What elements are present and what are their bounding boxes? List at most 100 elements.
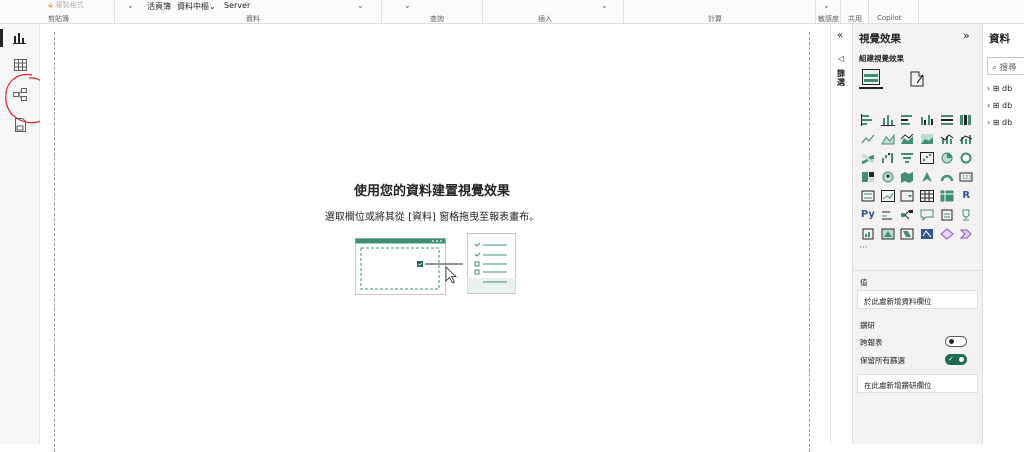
power-automate-icon[interactable] [898, 226, 916, 242]
stacked-bar-chart-icon[interactable] [859, 112, 877, 128]
kpi-icon[interactable] [879, 188, 897, 204]
100-stacked-bar-chart-icon[interactable] [938, 112, 956, 128]
100-stacked-area-chart-icon[interactable] [918, 131, 936, 147]
values-drop-field[interactable]: 於此處新增資料欄位 [857, 290, 978, 309]
line-and-clustered-column-chart-icon[interactable] [957, 131, 975, 147]
clustered-bar-chart-icon[interactable] [898, 112, 916, 128]
area-chart-icon[interactable] [879, 131, 897, 147]
azure-map-icon[interactable] [918, 169, 936, 185]
filters-pane-label: 篩選 [837, 69, 845, 87]
chevron-right-icon: › [987, 101, 991, 110]
filters-pane-collapsed[interactable]: « ◁ 篩選 [830, 24, 852, 444]
data-search-input[interactable]: ⌕ 搜尋 [987, 57, 1024, 75]
double-chevron-right-icon[interactable]: » [963, 29, 970, 42]
view-switcher-rail [0, 24, 54, 444]
card-icon[interactable]: 123 [957, 169, 975, 185]
report-canvas-area: 使用您的資料建置視覺效果 選取欄位或將其從 [資料] 窗格拖曳至報表畫布。 [40, 24, 830, 452]
excel-workbook-button[interactable]: 活頁簿 [147, 1, 171, 12]
chevron-down-icon: ⌄ [209, 2, 216, 11]
more-data-sources-chevron-icon[interactable]: ⌄ [357, 1, 364, 10]
share-group-label: 共用 [848, 15, 862, 23]
stacked-column-chart-icon[interactable] [879, 112, 897, 128]
paginated-report-icon[interactable] [859, 226, 877, 242]
ribbon-chart-icon[interactable] [859, 150, 877, 166]
clustered-column-chart-icon[interactable] [918, 112, 936, 128]
ribbon-separator [840, 0, 841, 24]
visual-type-gallery: 123 R Py ··· [859, 110, 977, 257]
waterfall-chart-icon[interactable] [879, 150, 897, 166]
more-visuals-button[interactable]: ··· [859, 243, 977, 257]
pane-divider [853, 270, 983, 271]
ribbon-separator [114, 0, 115, 24]
python-visual-icon[interactable]: Py [859, 207, 877, 223]
table-list-item[interactable]: › ⊞ db [987, 118, 1012, 127]
table-icon[interactable] [918, 188, 936, 204]
data-pane-title: 資料 [989, 33, 1010, 45]
format-visual-tab[interactable] [905, 68, 929, 90]
clipboard-group-label: 剪貼簿 [48, 15, 69, 23]
bar-chart-icon [13, 33, 26, 44]
gauge-icon[interactable] [938, 169, 956, 185]
treemap-icon[interactable] [859, 169, 877, 185]
pie-chart-icon[interactable] [938, 150, 956, 166]
format-painter-button[interactable]: ⬙ 複製格式 [48, 0, 84, 10]
report-page[interactable]: 使用您的資料建置視覺效果 選取欄位或將其從 [資料] 窗格拖曳至報表畫布。 [54, 32, 810, 452]
double-chevron-left-icon[interactable]: « [837, 30, 843, 41]
toggle-knob [959, 357, 964, 362]
build-visual-tab[interactable] [859, 67, 883, 89]
insert-chevron-icon[interactable]: ⌄ [601, 1, 608, 10]
insert-group-label: 插入 [538, 15, 552, 23]
map-icon[interactable] [879, 169, 897, 185]
slicer-icon[interactable] [898, 188, 916, 204]
power-apps-icon[interactable] [879, 226, 897, 242]
r-script-visual-icon[interactable]: R [957, 188, 975, 204]
dax-query-view-button[interactable] [10, 116, 30, 134]
ribbon: ⬙ 複製格式 剪貼簿 ⌄ 活頁簿 資料中樞⌄ Server ⌄ 資料 ⌄ 查詢 … [0, 0, 1024, 24]
table-icon: ⊞ [992, 84, 1000, 93]
key-influencers-icon[interactable] [879, 207, 897, 223]
checkmark-icon: ✓ [948, 355, 954, 363]
100-stacked-column-chart-icon[interactable] [957, 112, 975, 128]
query-document-icon [14, 118, 26, 132]
line-chart-icon[interactable] [859, 131, 877, 147]
search-icon: ⌕ [992, 63, 997, 73]
visualizations-pane: 視覺效果 » 組建視覺效果 123 R Py ··· 值 於此處新增資料欄位 鑽… [852, 24, 983, 444]
shape-map-icon[interactable] [918, 226, 936, 242]
copilot-group-label: Copilot [877, 14, 902, 22]
donut-chart-icon[interactable] [957, 150, 975, 166]
format-brush-icon [910, 71, 924, 87]
table-list-item[interactable]: › ⊞ db [987, 101, 1012, 110]
query-chevron-icon[interactable]: ⌄ [404, 1, 411, 10]
qa-icon[interactable] [918, 207, 936, 223]
drill-through-drop-field[interactable]: 在此處新增鑽研欄位 [857, 374, 978, 393]
decomposition-tree-icon[interactable] [898, 207, 916, 223]
diamond-visual-icon[interactable] [938, 226, 956, 242]
smart-narrative-icon[interactable] [938, 207, 956, 223]
keep-all-filters-toggle[interactable]: ✓ [945, 354, 967, 365]
sensitivity-chevron-icon[interactable]: ⌄ [823, 1, 830, 10]
chevron-visual-icon[interactable] [957, 226, 975, 242]
empty-canvas-instructions: 選取欄位或將其從 [資料] 窗格拖曳至報表畫布。 [324, 212, 540, 223]
multi-row-card-icon[interactable] [859, 188, 877, 204]
keep-all-filters-label: 保留所有篩選 [860, 356, 905, 365]
report-view-button[interactable] [10, 29, 30, 47]
stacked-area-chart-icon[interactable] [898, 131, 916, 147]
data-pane: 資料 ⌕ 搜尋 › ⊞ db › ⊞ db › ⊞ db [982, 24, 1024, 444]
ribbon-separator [868, 0, 869, 24]
scatter-chart-icon[interactable] [918, 150, 936, 166]
funnel-chart-icon[interactable] [898, 150, 916, 166]
metrics-trophy-icon[interactable] [957, 207, 975, 223]
svg-text:123: 123 [962, 175, 972, 181]
ribbon-separator [381, 0, 382, 24]
line-and-stacked-column-chart-icon[interactable] [938, 131, 956, 147]
table-list-item[interactable]: › ⊞ db [987, 84, 1012, 93]
cross-report-toggle[interactable] [945, 336, 967, 347]
data-group-label: 資料 [246, 15, 260, 23]
matrix-icon[interactable] [938, 188, 956, 204]
sql-server-button[interactable]: Server [224, 1, 250, 10]
chevron-right-icon: › [987, 84, 991, 93]
chevron-down-icon[interactable]: ⌄ [127, 1, 134, 10]
filled-map-icon[interactable] [898, 169, 916, 185]
onelake-hub-button[interactable]: 資料中樞⌄ [177, 1, 216, 12]
build-visual-label: 組建視覺效果 [859, 54, 904, 63]
